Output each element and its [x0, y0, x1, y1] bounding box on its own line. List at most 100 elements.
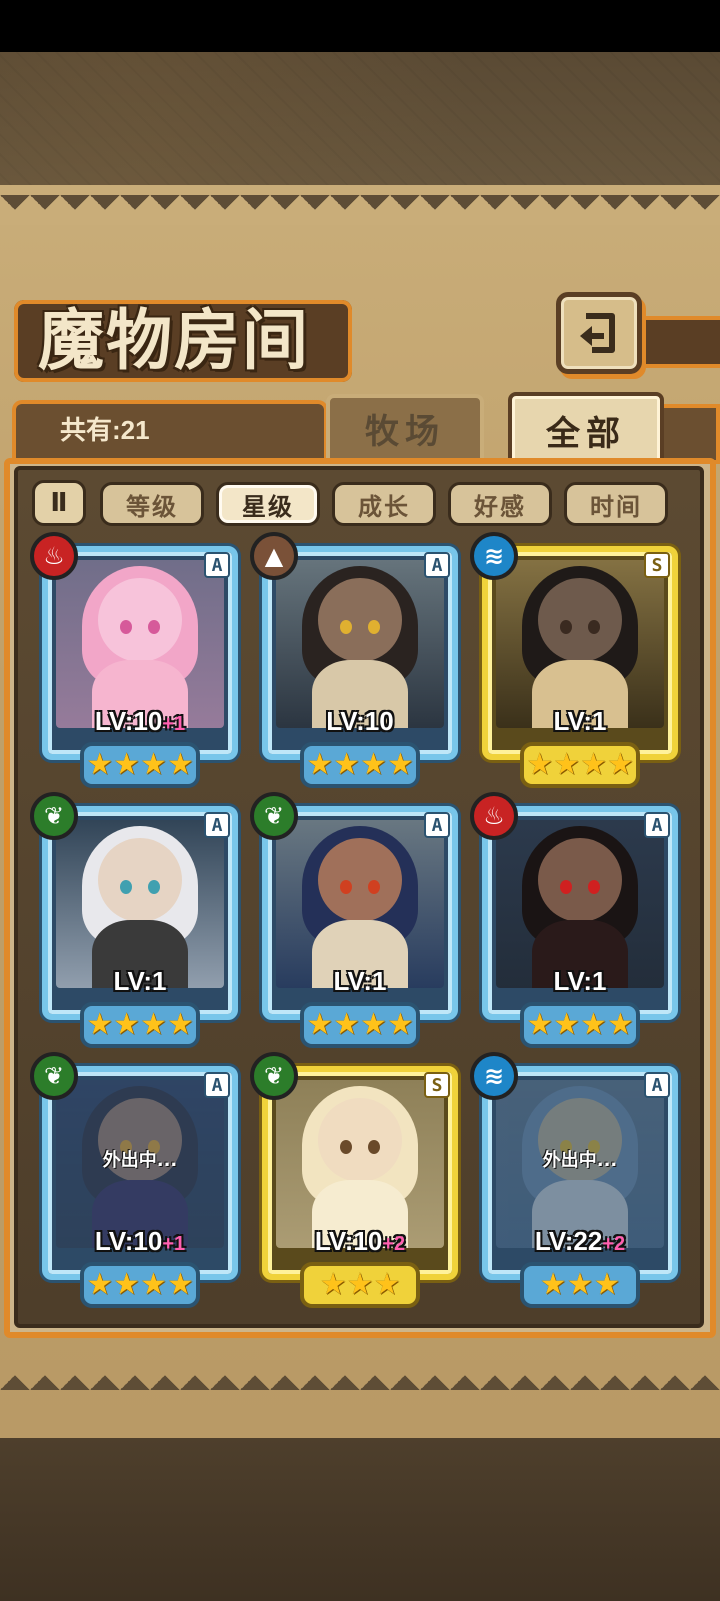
star-icon: ★: [86, 1007, 114, 1042]
level-value: LV:1: [553, 966, 607, 996]
monster-portrait: [276, 560, 444, 728]
monster-level: LV:10+1: [42, 1224, 238, 1258]
bottom-map-area: [0, 1438, 720, 1601]
star-icon: ★: [306, 747, 334, 782]
monster-card[interactable]: ≋ S LV:1 ★ ★ ★ ★: [470, 532, 678, 794]
sort-order-toggle[interactable]: Ⅱ: [32, 480, 86, 526]
star-rating: ★ ★ ★ ★: [520, 742, 640, 788]
rank-badge: A: [204, 812, 230, 838]
filter-affection[interactable]: 好感: [448, 482, 552, 526]
rank-badge: A: [424, 552, 450, 578]
star-icon: ★: [140, 1007, 167, 1042]
star-icon: ★: [553, 747, 580, 782]
star-icon: ★: [306, 1007, 334, 1042]
rank-badge: S: [424, 1072, 450, 1098]
star-icon: ★: [113, 1267, 140, 1302]
star-icon: ★: [86, 747, 114, 782]
star-icon: ★: [580, 1007, 607, 1042]
monster-portrait: [496, 560, 664, 728]
rank-badge: S: [644, 552, 670, 578]
status-bar: [0, 0, 720, 52]
star-rating: ★ ★ ★ ★: [80, 742, 200, 788]
element-wood-icon: ❦: [250, 1052, 298, 1100]
star-icon: ★: [166, 747, 194, 782]
level-bonus: +2: [602, 1233, 626, 1255]
monster-level: LV:1: [482, 964, 678, 998]
star-icon: ★: [526, 1007, 554, 1042]
star-icon: ★: [553, 1007, 580, 1042]
monster-portrait: [56, 560, 224, 728]
monster-card[interactable]: ▲ A LV:10 ★ ★ ★ ★: [250, 532, 458, 794]
monster-level: LV:10+1: [42, 704, 238, 738]
monster-level: LV:10: [262, 704, 458, 738]
rank-badge: A: [644, 812, 670, 838]
star-rating: ★ ★ ★ ★: [300, 742, 420, 788]
star-icon: ★: [333, 747, 360, 782]
rank-badge: A: [424, 812, 450, 838]
element-wood-icon: ❦: [30, 792, 78, 840]
star-icon: ★: [566, 1267, 594, 1302]
filter-time[interactable]: 时间: [564, 482, 668, 526]
level-bonus: +2: [382, 1233, 406, 1255]
monster-level: LV:1: [482, 704, 678, 738]
monster-card[interactable]: ♨ A LV:1 ★ ★ ★ ★: [470, 792, 678, 1054]
star-icon: ★: [319, 1267, 347, 1302]
monster-level: LV:1: [42, 964, 238, 998]
tab-ranch[interactable]: 牧场: [326, 394, 484, 462]
star-icon: ★: [166, 1007, 194, 1042]
level-value: LV:10: [94, 1226, 163, 1256]
element-fire-icon: ♨: [470, 792, 518, 840]
level-value: LV:10: [314, 1226, 383, 1256]
rank-badge: A: [204, 552, 230, 578]
level-value: LV:10: [326, 706, 394, 736]
star-icon: ★: [386, 747, 414, 782]
star-rating: ★ ★ ★ ★: [80, 1262, 200, 1308]
star-icon: ★: [606, 747, 634, 782]
filter-star[interactable]: 星级: [216, 482, 320, 526]
tab-rail: [664, 404, 720, 464]
star-rating: ★ ★ ★ ★: [520, 1002, 640, 1048]
back-button[interactable]: [556, 292, 642, 374]
monster-card[interactable]: ❦ A LV:1 ★ ★ ★ ★: [30, 792, 238, 1054]
star-icon: ★: [346, 1267, 374, 1302]
monster-card[interactable]: ≋ A 外出中... LV:22+2 ★ ★ ★: [470, 1052, 678, 1314]
monster-card[interactable]: ❦ A LV:1 ★ ★ ★ ★: [250, 792, 458, 1054]
star-icon: ★: [593, 1267, 621, 1302]
star-icon: ★: [386, 1007, 414, 1042]
level-bonus: +1: [162, 1233, 186, 1255]
star-icon: ★: [140, 1267, 167, 1302]
star-icon: ★: [113, 747, 140, 782]
monster-card[interactable]: ♨ A LV:10+1 ★ ★ ★ ★: [30, 532, 238, 794]
filter-level[interactable]: 等级: [100, 482, 204, 526]
element-water-icon: ≋: [470, 1052, 518, 1100]
element-fire-icon: ♨: [30, 532, 78, 580]
star-icon: ★: [580, 747, 607, 782]
element-water-icon: ≋: [470, 532, 518, 580]
level-value: LV:1: [553, 706, 607, 736]
monster-portrait: [496, 820, 664, 988]
monster-card[interactable]: ❦ S LV:10+2 ★ ★ ★: [250, 1052, 458, 1314]
star-rating: ★ ★ ★ ★: [80, 1002, 200, 1048]
star-icon: ★: [166, 1267, 194, 1302]
monster-count: 共有:21: [60, 415, 150, 445]
element-wood-icon: ❦: [30, 1052, 78, 1100]
monster-card[interactable]: ❦ A 外出中... LV:10+1 ★ ★ ★ ★: [30, 1052, 238, 1314]
rank-badge: A: [204, 1072, 230, 1098]
filter-growth[interactable]: 成长: [332, 482, 436, 526]
away-status: 外出中...: [102, 1150, 178, 1171]
back-arrow-icon: [580, 313, 615, 353]
star-icon: ★: [360, 747, 387, 782]
star-icon: ★: [539, 1267, 567, 1302]
star-icon: ★: [140, 747, 167, 782]
star-rating: ★ ★ ★: [300, 1262, 420, 1308]
level-value: LV:10: [94, 706, 163, 736]
panel-torn-edge-top: [0, 195, 720, 225]
level-value: LV:1: [113, 966, 167, 996]
away-status: 外出中...: [542, 1150, 618, 1171]
page-title: 魔物房间: [38, 301, 310, 379]
star-icon: ★: [86, 1267, 114, 1302]
tab-all[interactable]: 全部: [508, 392, 664, 468]
star-icon: ★: [113, 1007, 140, 1042]
monster-level: LV:22+2: [482, 1224, 678, 1258]
star-rating: ★ ★ ★: [520, 1262, 640, 1308]
